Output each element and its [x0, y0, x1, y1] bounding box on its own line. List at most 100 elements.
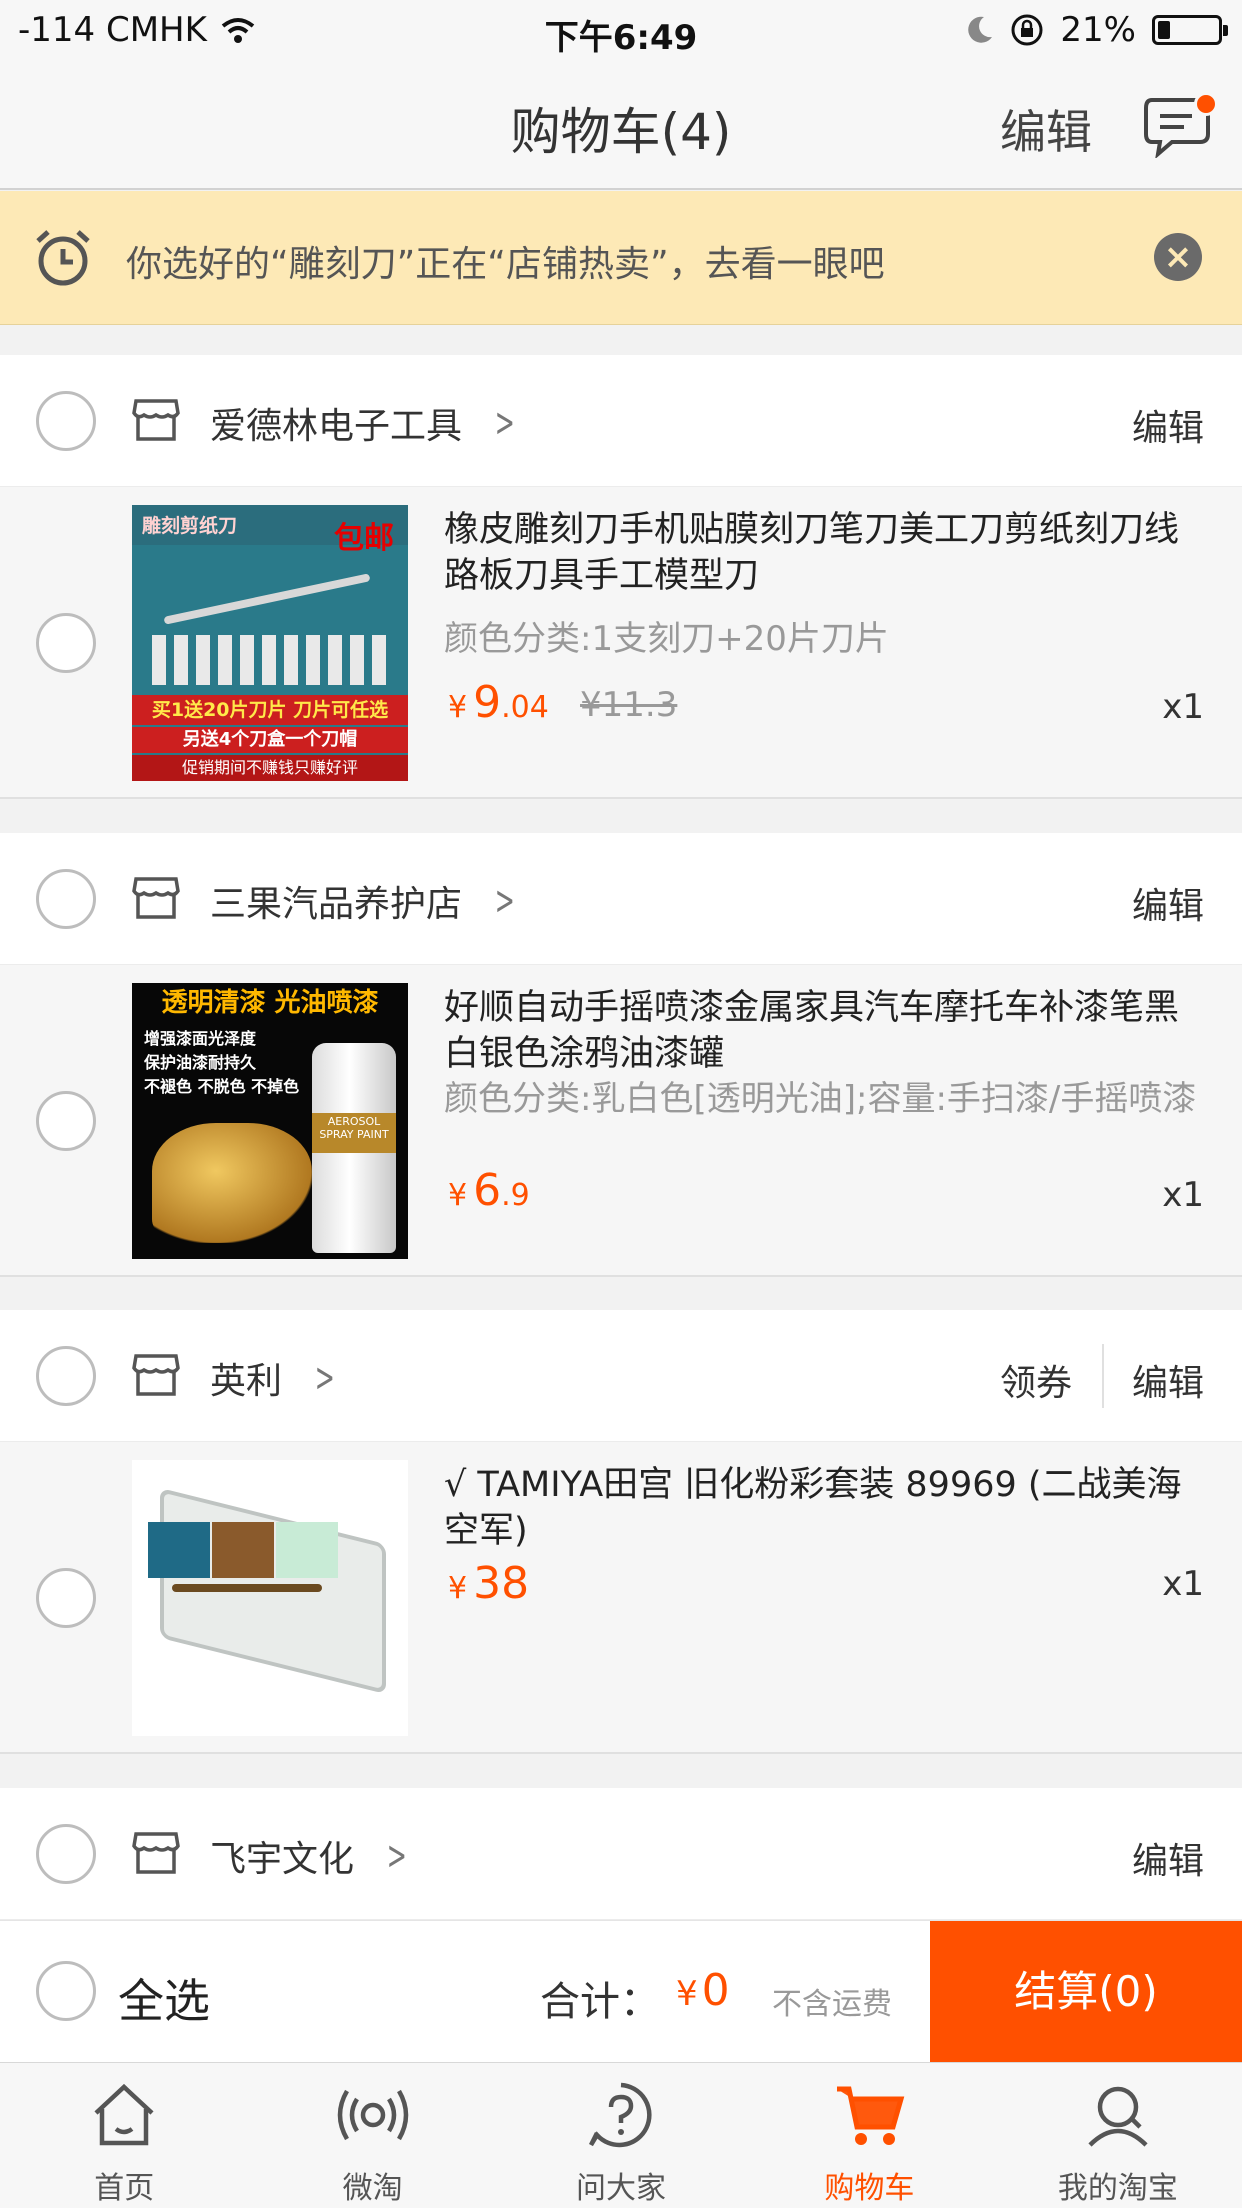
tab-cart[interactable]: 购物车	[745, 2063, 993, 2208]
product-title[interactable]: √ TAMIYA田宫 旧化粉彩套装 89969 (二战美海空军)	[444, 1462, 1204, 1554]
spray-can-graphic: AEROSOL SPRAY PAINT	[312, 1043, 396, 1253]
edit-cart-button[interactable]: 编辑	[1000, 96, 1092, 162]
thumb-text: 包邮	[334, 521, 394, 556]
cart-icon	[837, 2086, 905, 2145]
shop-icon	[132, 877, 180, 919]
store-checkbox[interactable]	[36, 1824, 96, 1884]
promo-notice[interactable]: 你选好的“雕刻刀”正在“店铺热卖”，去看一眼吧 ×	[0, 191, 1242, 325]
select-all-label[interactable]: 全选	[118, 1965, 210, 2031]
nav-bar: 购物车(4) 编辑	[0, 62, 1242, 190]
currency-symbol: ¥	[448, 690, 468, 725]
store-edit-button[interactable]: 编辑	[1132, 399, 1204, 451]
get-coupon-button[interactable]: 领券	[1000, 1354, 1072, 1406]
profile-icon	[1088, 2086, 1148, 2147]
chevron-right-icon: >	[494, 878, 515, 924]
notice-text: 你选好的“雕刻刀”正在“店铺热卖”，去看一眼吧	[126, 244, 885, 285]
store-section: 英利 > 领券 编辑 √ TAMIYA田宫 旧化粉彩套装 89969 (二战美海…	[0, 1310, 1242, 1754]
cart-item[interactable]: 透明清漆 光油喷漆 增强漆面光泽度 保护油漆耐持久 不褪色 不脱色 不掉色 AE…	[0, 965, 1242, 1277]
store-link[interactable]: 三果汽品养护店 >	[210, 875, 522, 927]
divider	[1102, 1344, 1104, 1408]
notification-dot	[1194, 92, 1218, 116]
shipping-note: 不含运费	[772, 1987, 892, 2022]
currency-symbol: ¥	[448, 1178, 468, 1213]
battery-fill	[1158, 21, 1170, 39]
total-label: 合计：	[540, 1979, 660, 2025]
chevron-right-icon: >	[314, 1355, 335, 1401]
store-link[interactable]: 英利 >	[210, 1352, 342, 1404]
brush-graphic	[172, 1584, 322, 1592]
store-link[interactable]: 爱德林电子工具 >	[210, 397, 522, 449]
currency-symbol: ¥	[448, 1571, 468, 1606]
product-image[interactable]: 透明清漆 光油喷漆 增强漆面光泽度 保护油漆耐持久 不褪色 不脱色 不掉色 AE…	[132, 983, 408, 1259]
status-right: 21%	[966, 10, 1228, 50]
price-integer: 6	[473, 1165, 502, 1216]
currency-symbol: ¥	[676, 1974, 698, 2014]
chevron-right-icon: >	[386, 1833, 407, 1879]
store-name: 英利	[210, 1361, 283, 1402]
thumb-text: AEROSOL SPRAY PAINT	[312, 1113, 396, 1153]
store-section: 三果汽品养护店 > 编辑 透明清漆 光油喷漆 增强漆面光泽度 保护油漆耐持久 不…	[0, 833, 1242, 1277]
store-checkbox[interactable]	[36, 1346, 96, 1406]
shop-icon	[132, 1354, 180, 1396]
tab-weitao[interactable]: 微淘	[248, 2063, 496, 2208]
chevron-right-icon: >	[494, 400, 515, 446]
store-link[interactable]: 飞宇文化 >	[210, 1830, 414, 1882]
checkout-button[interactable]: 结算(0)	[930, 1921, 1242, 2063]
broadcast-icon	[337, 2089, 408, 2141]
battery-icon	[1152, 15, 1228, 45]
pastel-green-graphic	[276, 1522, 338, 1578]
product-sku[interactable]: 颜色分类:1支刻刀+20片刀片	[444, 617, 1204, 661]
product-price: ¥6.9	[448, 1165, 530, 1216]
tab-my-taobao[interactable]: 我的淘宝	[994, 2063, 1242, 2208]
pastel-brown-graphic	[212, 1522, 274, 1578]
store-header: 三果汽品养护店 > 编辑	[0, 833, 1242, 965]
store-section: 飞宇文化 > 编辑	[0, 1788, 1242, 1920]
blades-graphic	[152, 635, 388, 685]
product-image[interactable]: 雕刻剪纸刀 包邮 买1送20片刀片 刀片可任选 另送4个刀盒一个刀帽 促销期间不…	[132, 505, 408, 781]
thumb-text: 增强漆面光泽度	[144, 1029, 257, 1048]
quantity: x1	[1162, 1564, 1204, 1604]
question-icon	[589, 2082, 652, 2148]
status-bar: -114 CMHK 下午6:49 21%	[0, 0, 1242, 62]
store-edit-button[interactable]: 编辑	[1132, 1354, 1204, 1406]
store-edit-button[interactable]: 编辑	[1132, 877, 1204, 929]
store-checkbox[interactable]	[36, 391, 96, 451]
store-edit-button[interactable]: 编辑	[1132, 1832, 1204, 1884]
store-header: 爱德林电子工具 > 编辑	[0, 355, 1242, 487]
tab-home[interactable]: 首页	[0, 2063, 248, 2208]
total-amount: ¥0	[676, 1965, 730, 2016]
tab-label: 问大家	[576, 2171, 667, 2206]
item-checkbox[interactable]	[36, 613, 96, 673]
item-checkbox[interactable]	[36, 1568, 96, 1628]
knife-graphic	[163, 573, 371, 625]
thumb-text: 不褪色 不脱色 不掉色	[144, 1077, 300, 1096]
thumb-text: 促销期间不赚钱只赚好评	[132, 755, 408, 781]
close-notice-button[interactable]: ×	[1154, 233, 1202, 281]
store-header: 英利 > 领券 编辑	[0, 1310, 1242, 1442]
price-integer: 38	[473, 1558, 530, 1609]
store-name: 飞宇文化	[210, 1839, 355, 1880]
tab-ask[interactable]: 问大家	[497, 2063, 745, 2208]
thumb-text: 买1送20片刀片 刀片可任选	[132, 695, 408, 725]
tab-label: 首页	[94, 2171, 155, 2206]
product-sku[interactable]: 颜色分类:乳白色[透明光油];容量:手扫漆/手摇喷漆	[444, 1077, 1204, 1121]
cart-item[interactable]: 雕刻剪纸刀 包邮 买1送20片刀片 刀片可任选 另送4个刀盒一个刀帽 促销期间不…	[0, 487, 1242, 799]
product-title[interactable]: 橡皮雕刻刀手机贴膜刻刀笔刀美工刀剪纸刻刀线路板刀具手工模型刀	[444, 507, 1204, 599]
messages-button[interactable]	[1142, 92, 1218, 162]
alarm-clock-icon	[36, 230, 90, 286]
total-value: 0	[701, 1965, 730, 2016]
thumb-lines: 增强漆面光泽度 保护油漆耐持久 不褪色 不脱色 不掉色	[144, 1027, 299, 1099]
cart-item[interactable]: √ TAMIYA田宫 旧化粉彩套装 89969 (二战美海空军) ¥38 x1	[0, 1442, 1242, 1754]
quantity: x1	[1162, 1175, 1204, 1215]
item-checkbox[interactable]	[36, 1091, 96, 1151]
price-decimal: .9	[501, 1178, 530, 1213]
tab-label: 我的淘宝	[1057, 2171, 1178, 2206]
checkout-bar: 全选 合计： ¥0 不含运费 结算(0)	[0, 1920, 1242, 2063]
shop-icon	[132, 1832, 180, 1874]
store-checkbox[interactable]	[36, 869, 96, 929]
thumb-text: 保护油漆耐持久	[144, 1053, 257, 1072]
product-image[interactable]	[132, 1460, 408, 1736]
product-price: ¥38	[448, 1558, 529, 1609]
select-all-checkbox[interactable]	[36, 1961, 96, 2021]
product-title[interactable]: 好顺自动手摇喷漆金属家具汽车摩托车补漆笔黑白银色涂鸦油漆罐	[444, 985, 1204, 1077]
